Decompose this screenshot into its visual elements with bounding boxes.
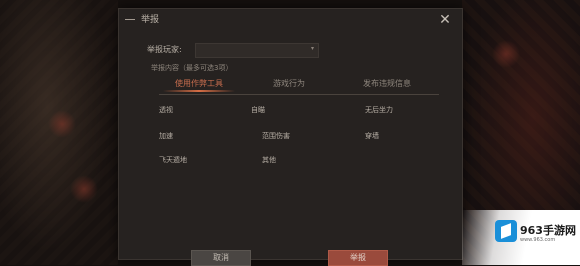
- cancel-button[interactable]: 取消: [191, 250, 251, 266]
- chevron-down-icon: ▾: [310, 45, 314, 52]
- report-dialog: 举报 ✕ 举报玩家: ▾ 举报内容（最多可选3项） 使用作弊工具 游戏行为 发布…: [118, 8, 463, 260]
- brand-watermark: 963手游网 www.963.com: [462, 210, 580, 265]
- tab-divider: [159, 94, 439, 95]
- background-ornament: [492, 40, 520, 68]
- option-no-recoil[interactable]: 无后坐力: [365, 105, 393, 115]
- title-dash: [125, 19, 135, 20]
- dialog-title: 举报: [141, 15, 160, 25]
- report-player-select[interactable]: ▾: [195, 43, 319, 58]
- option-aimbot[interactable]: 自瞄: [251, 105, 265, 115]
- background-left: [0, 0, 118, 265]
- close-icon[interactable]: ✕: [437, 12, 453, 28]
- option-fly-hack[interactable]: 飞天遁地: [159, 155, 187, 165]
- cube-face: [501, 223, 511, 239]
- tab-label: 发布违规信息: [363, 79, 411, 88]
- background-ornament: [70, 175, 98, 203]
- tab-game-behavior[interactable]: 游戏行为: [259, 77, 319, 93]
- cube-logo-icon: [495, 220, 517, 242]
- report-category-tabs: 使用作弊工具 游戏行为 发布违规信息: [159, 77, 439, 95]
- report-button[interactable]: 举报: [328, 250, 388, 266]
- option-speed-hack[interactable]: 加速: [159, 131, 173, 141]
- brand-name: 963手游网: [520, 224, 576, 237]
- tab-label: 使用作弊工具: [175, 79, 223, 88]
- option-other[interactable]: 其他: [262, 155, 276, 165]
- brand-url: www.963.com: [520, 237, 556, 243]
- tab-label: 游戏行为: [273, 79, 305, 88]
- active-tab-indicator: [163, 90, 235, 92]
- report-content-label: 举报内容（最多可选3项）: [151, 64, 233, 72]
- report-player-label: 举报玩家:: [147, 45, 182, 54]
- option-area-damage[interactable]: 范围伤害: [262, 131, 290, 141]
- background-ornament: [48, 110, 76, 138]
- option-wall-clip[interactable]: 穿墙: [365, 131, 379, 141]
- dialog-header: 举报 ✕: [119, 9, 462, 31]
- tab-cheating-tools[interactable]: 使用作弊工具: [159, 77, 239, 93]
- tab-violating-info[interactable]: 发布违规信息: [335, 77, 439, 93]
- option-wallhack[interactable]: 透视: [159, 105, 173, 115]
